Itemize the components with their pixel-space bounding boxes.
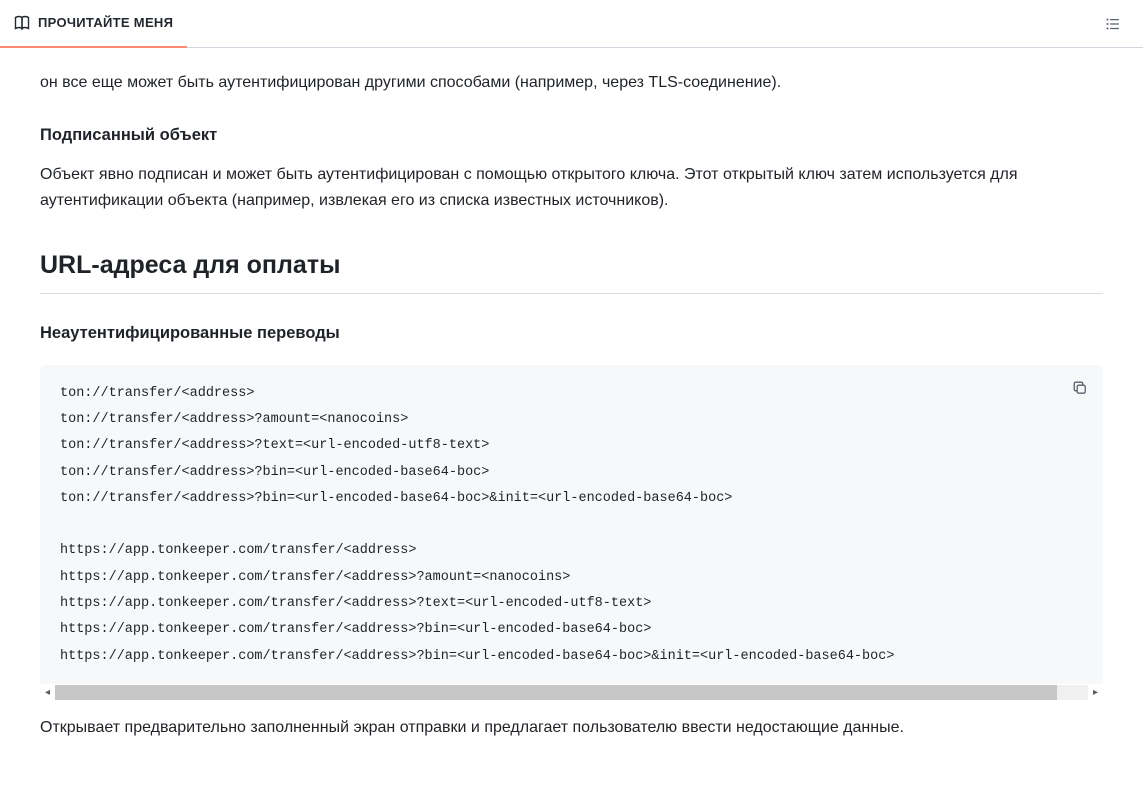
outro-text: Открывает предварительно заполненный экр…	[40, 715, 1103, 741]
heading-unauth-transfers: Неаутентифицированные переводы	[40, 320, 1103, 346]
tab-readme-label: ПРОЧИТАЙТЕ МЕНЯ	[38, 15, 173, 30]
intro-fragment-text: он все еще может быть аутентифицирован д…	[40, 70, 1103, 96]
scroll-thumb[interactable]	[55, 685, 1057, 700]
code-content[interactable]: ton://transfer/<address> ton://transfer/…	[40, 365, 1103, 684]
readme-content: он все еще может быть аутентифицирован д…	[0, 48, 1143, 785]
copy-button[interactable]	[1065, 373, 1095, 403]
scroll-track[interactable]	[55, 685, 1088, 700]
code-block: ton://transfer/<address> ton://transfer/…	[40, 365, 1103, 701]
horizontal-scrollbar[interactable]: ◂ ▸	[40, 684, 1103, 701]
book-icon	[14, 15, 30, 31]
signed-object-text: Объект явно подписан и может быть аутент…	[40, 162, 1103, 213]
toc-button[interactable]	[1097, 8, 1129, 40]
tab-bar: ПРОЧИТАЙТЕ МЕНЯ	[0, 0, 1143, 48]
heading-signed-object: Подписанный объект	[40, 122, 1103, 148]
tab-readme[interactable]: ПРОЧИТАЙТЕ МЕНЯ	[0, 0, 187, 48]
heading-payment-urls: URL-адреса для оплаты	[40, 245, 1103, 294]
scroll-left-arrow[interactable]: ◂	[40, 685, 55, 700]
scroll-right-arrow[interactable]: ▸	[1088, 685, 1103, 700]
